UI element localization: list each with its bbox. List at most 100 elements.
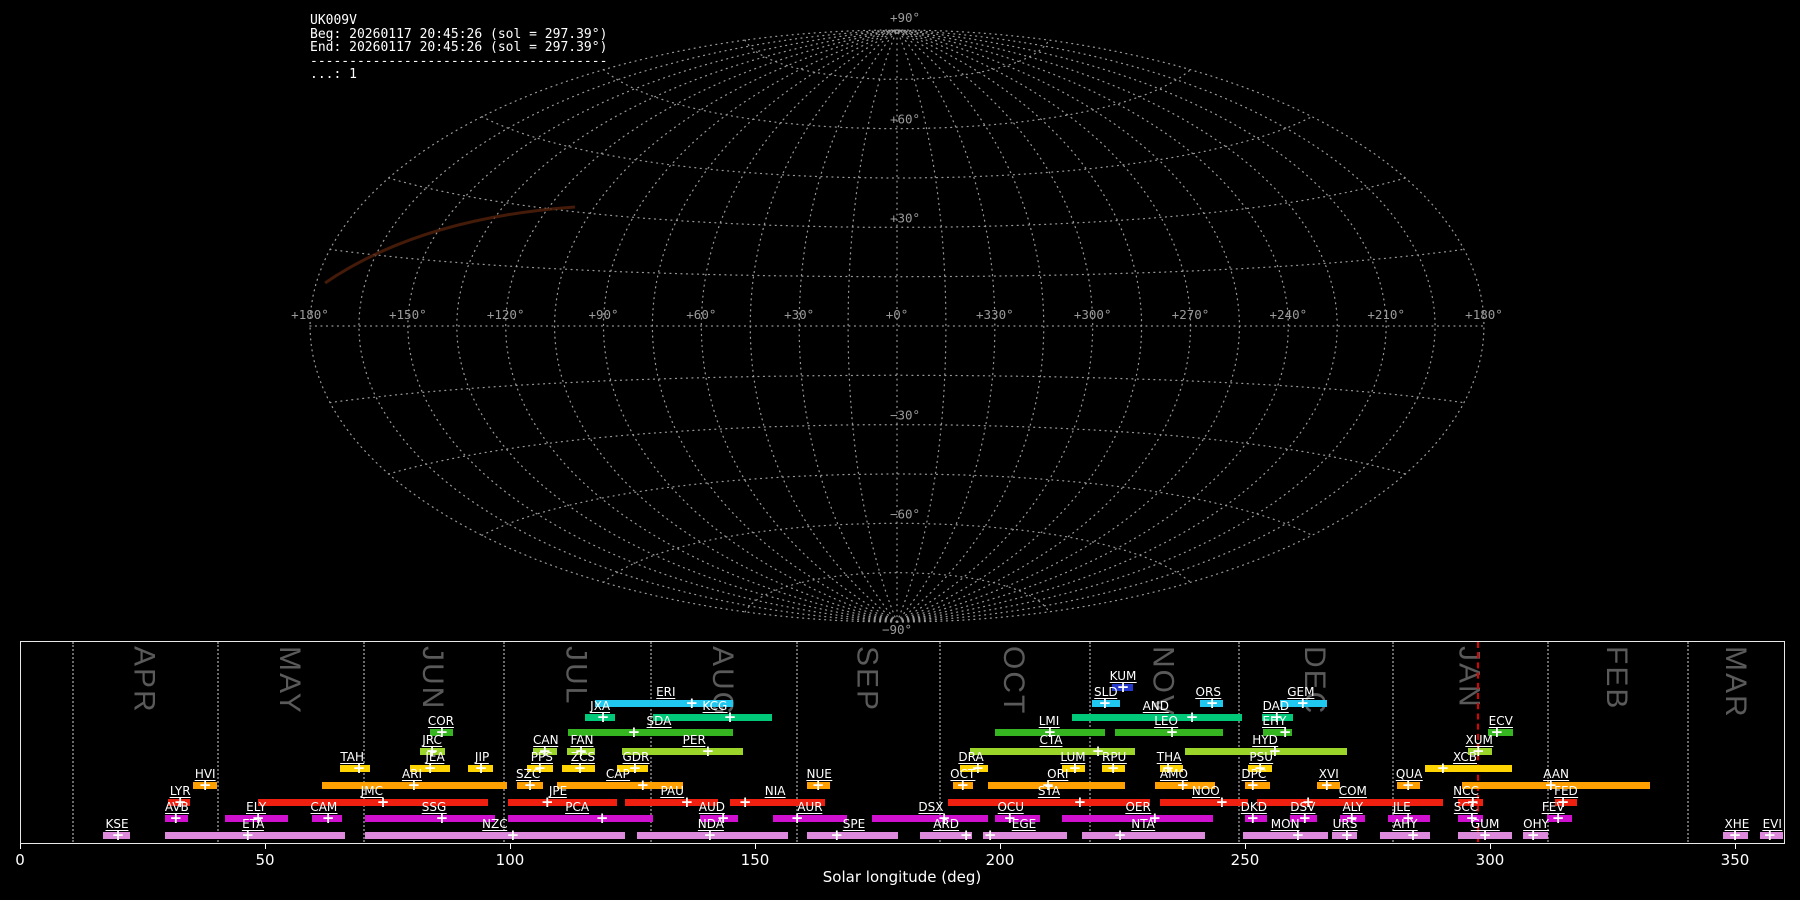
x-axis-tick-label: 350 (1720, 851, 1750, 869)
shower-label-CTA: CTA (1039, 733, 1063, 747)
x-axis-tick-label: 0 (15, 851, 25, 869)
shower-activity-timeline: Solar longitude (deg) APR MAY JUN JUL AUG SEP… (0, 0, 1800, 900)
peak-marker-XVI: + (1320, 775, 1334, 794)
month-separator (650, 642, 653, 842)
peak-marker-LUM: + (1068, 758, 1082, 777)
shower-bar-ETA (165, 832, 345, 839)
peak-marker-SPE: + (830, 825, 844, 844)
x-axis-tick (1735, 844, 1736, 849)
shower-label-SDA: SDA (646, 714, 672, 728)
shower-bar-STA (948, 799, 1150, 806)
month-label: JUN (416, 646, 450, 711)
peak-marker-GEM: + (1296, 693, 1310, 712)
x-axis-tick-label: 300 (1475, 851, 1505, 869)
peak-marker-AHY: + (1406, 825, 1420, 844)
month-separator (71, 642, 74, 842)
shower-label-XCB: XCB (1453, 750, 1477, 764)
peak-marker-JPE: + (540, 792, 554, 811)
month-label: SEP (850, 646, 884, 713)
x-axis-tick (1245, 844, 1246, 849)
x-axis-tick-label: 150 (740, 851, 770, 869)
x-axis-tick-label: 100 (495, 851, 525, 869)
shower-label-CAP: CAP (605, 767, 630, 781)
x-axis-title: Solar longitude (deg) (822, 868, 982, 886)
peak-marker-KCG: + (723, 707, 737, 726)
month-separator (503, 642, 506, 842)
shower-label-NTA: NTA (1131, 817, 1155, 831)
peak-marker-ETA: + (241, 825, 255, 844)
x-axis-tick (510, 844, 511, 849)
peak-marker-AVB: + (169, 808, 183, 827)
month-label: FEB (1599, 646, 1633, 711)
peak-marker-KUM: + (1116, 677, 1130, 696)
peak-marker-PCA: + (595, 808, 609, 827)
peak-marker-CAP: + (636, 775, 650, 794)
shower-label-ARD: ARD (933, 817, 959, 831)
peak-marker-NOO: + (1215, 792, 1229, 811)
peak-marker-AND: + (1185, 707, 1199, 726)
peak-marker-ARI: + (407, 775, 421, 794)
peak-marker-EVI: + (1763, 825, 1777, 844)
peak-marker-RPU: + (1106, 758, 1120, 777)
x-axis-tick (20, 844, 21, 849)
x-axis-tick-label: 200 (985, 851, 1015, 869)
month-separator (216, 642, 219, 842)
peak-marker-AMO: + (1176, 775, 1190, 794)
peak-marker-XCB: + (1436, 758, 1450, 777)
peak-marker-LEO: + (1165, 722, 1179, 741)
peak-marker-PAU: + (680, 792, 694, 811)
month-label: MAR (1718, 646, 1752, 719)
peak-marker-NTA: + (1113, 825, 1127, 844)
peak-marker-FEV: + (1551, 808, 1565, 827)
shower-bar-SPE (806, 832, 899, 839)
peak-marker-MON: + (1291, 825, 1305, 844)
shower-bar-NZC (364, 832, 626, 839)
month-label: JUL (559, 646, 593, 706)
peak-marker-JXA: + (596, 707, 610, 726)
shower-label-NIA: NIA (764, 784, 786, 798)
shower-bar-SSG (364, 815, 495, 822)
x-axis-tick-label: 50 (255, 851, 275, 869)
month-label: APR (127, 646, 161, 714)
peak-marker-OHY: + (1526, 825, 1540, 844)
shower-bar-AHY (1380, 832, 1431, 839)
x-axis-tick-label: 250 (1230, 851, 1260, 869)
shower-label-EGE: EGE (1011, 817, 1037, 831)
shower-bar-JPE (508, 799, 617, 806)
peak-marker-SLD: + (1098, 693, 1112, 712)
x-axis-tick (265, 844, 266, 849)
peak-marker-SDA: + (627, 722, 641, 741)
peak-marker-SSG: + (435, 808, 449, 827)
peak-marker-TAH: + (352, 758, 366, 777)
month-label: MAY (272, 646, 306, 715)
x-axis-tick (755, 844, 756, 849)
peak-marker-OCT: + (956, 775, 970, 794)
shower-label-STA: STA (1037, 784, 1061, 798)
month-label: OCT (997, 646, 1031, 716)
peak-marker-DPC: + (1246, 775, 1260, 794)
peak-marker-HVI: + (198, 775, 212, 794)
shower-label-PCA: PCA (565, 800, 590, 814)
peak-marker-URS: + (1340, 825, 1354, 844)
peak-marker-STA: + (1073, 792, 1087, 811)
peak-marker-NDA: + (703, 825, 717, 844)
x-axis-tick (1490, 844, 1491, 849)
shower-bar-JMC (258, 799, 488, 806)
peak-marker-DSV: + (1298, 808, 1312, 827)
x-axis-tick (1000, 844, 1001, 849)
shower-bar-DSX (872, 815, 989, 822)
shower-bar-AUR (773, 815, 848, 822)
peak-marker-EGE: + (983, 825, 997, 844)
peak-marker-ARD: + (959, 825, 973, 844)
peak-marker-CAM: + (321, 808, 335, 827)
peak-marker-JEA: + (423, 758, 437, 777)
peak-marker-DKD: + (1246, 808, 1260, 827)
peak-marker-GUM: + (1478, 825, 1492, 844)
peak-marker-NUE: + (811, 775, 825, 794)
peak-marker-SZC: + (523, 775, 537, 794)
shower-label-NZC: NZC (482, 817, 508, 831)
peak-marker-PER: + (701, 741, 715, 760)
peak-marker-AUR: + (790, 808, 804, 827)
peak-marker-KSE: + (111, 825, 125, 844)
shower-label-ERI: ERI (656, 685, 676, 699)
